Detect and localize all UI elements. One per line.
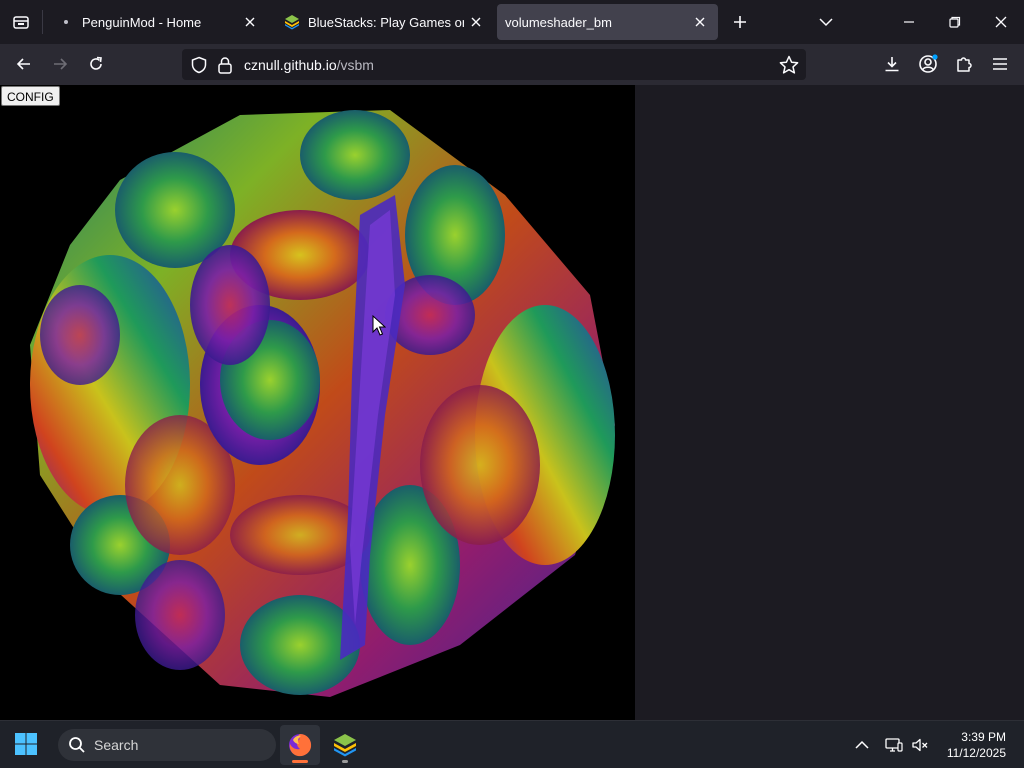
tab-penguinmod[interactable]: PenguinMod - Home [46,4,268,40]
shader-canvas[interactable]: CONFIG [0,85,635,720]
chevron-down-icon [819,18,833,27]
arrow-left-icon [16,58,30,70]
network-button[interactable] [884,735,904,755]
web-content: CONFIG [0,85,1024,720]
restore-icon [949,16,961,28]
app-menu-button[interactable] [984,48,1016,80]
active-app-indicator [292,760,308,763]
extensions-button[interactable] [948,48,980,80]
fractal-render-image [30,110,615,697]
url-text[interactable]: cznull.github.io/vsbm [244,57,374,73]
puzzle-piece-icon [957,57,972,72]
tab-separator [42,10,43,34]
list-all-tabs-button[interactable] [803,0,849,44]
lock-icon[interactable] [217,56,233,74]
close-tab-icon[interactable] [238,10,262,34]
tab-bluestacks[interactable]: BlueStacks: Play Games on PC & Mac [272,4,494,40]
new-tab-button[interactable] [718,0,762,44]
close-tab-icon[interactable] [688,10,712,34]
tracking-protection-shield-icon[interactable] [190,56,208,74]
chevron-up-icon [855,740,869,749]
firefox-view-button[interactable] [0,0,42,44]
search-label: Search [94,737,139,753]
reload-button[interactable] [80,48,112,80]
windows-start-icon[interactable] [14,732,38,756]
clock-time: 3:39 PM [961,730,1006,744]
taskbar-search-box[interactable]: Search [58,729,276,761]
account-button[interactable] [912,48,944,80]
restore-window-button[interactable] [932,0,978,44]
unloaded-tab-dot-icon [58,14,74,30]
url-path: /vsbm [336,57,374,73]
tab-title: volumeshader_bm [505,14,612,30]
volume-button[interactable] [910,735,930,755]
search-icon [69,737,85,753]
tab-title: PenguinMod - Home [82,14,202,30]
minimize-window-button[interactable] [886,0,932,44]
windows-taskbar: Search 3:39 PM 11/12/2025 [0,720,1024,768]
taskbar-bluestacks[interactable] [325,725,365,765]
tab-volumeshader[interactable]: volumeshader_bm [497,4,718,40]
plus-icon [734,16,746,28]
back-button[interactable] [8,48,40,80]
url-host: cznull.github.io [244,57,337,73]
firefox-view-icon [13,16,29,29]
bookmark-star-icon[interactable] [778,54,800,76]
firefox-icon [289,734,312,757]
config-button[interactable]: CONFIG [1,86,60,106]
mouse-pointer-icon [372,315,386,336]
bluestacks-icon [334,734,356,757]
minimize-icon [904,21,914,23]
close-icon [995,16,1007,28]
system-clock[interactable]: 3:39 PM 11/12/2025 [947,729,1006,761]
tab-strip: PenguinMod - Home BlueStacks: Play Games… [0,0,1024,44]
monitor-network-icon [885,738,903,752]
clock-date: 11/12/2025 [946,746,1006,760]
close-tab-icon[interactable] [464,10,488,34]
arrow-right-icon [54,58,68,70]
show-hidden-icons-button[interactable] [852,735,872,755]
navigation-toolbar: cznull.github.io/vsbm [0,44,1024,85]
download-icon [885,57,899,72]
tab-title: BlueStacks: Play Games on PC & Mac [308,14,464,30]
speaker-muted-icon [912,738,928,752]
close-window-button[interactable] [978,0,1024,44]
running-app-indicator [342,760,348,763]
address-bar[interactable]: cznull.github.io/vsbm [182,49,806,80]
reload-icon [90,56,102,70]
downloads-button[interactable] [876,48,908,80]
bluestacks-favicon-icon [284,14,300,30]
taskbar-firefox[interactable] [280,725,320,765]
hamburger-menu-icon [993,58,1007,70]
account-icon [919,54,938,73]
forward-button[interactable] [44,48,76,80]
